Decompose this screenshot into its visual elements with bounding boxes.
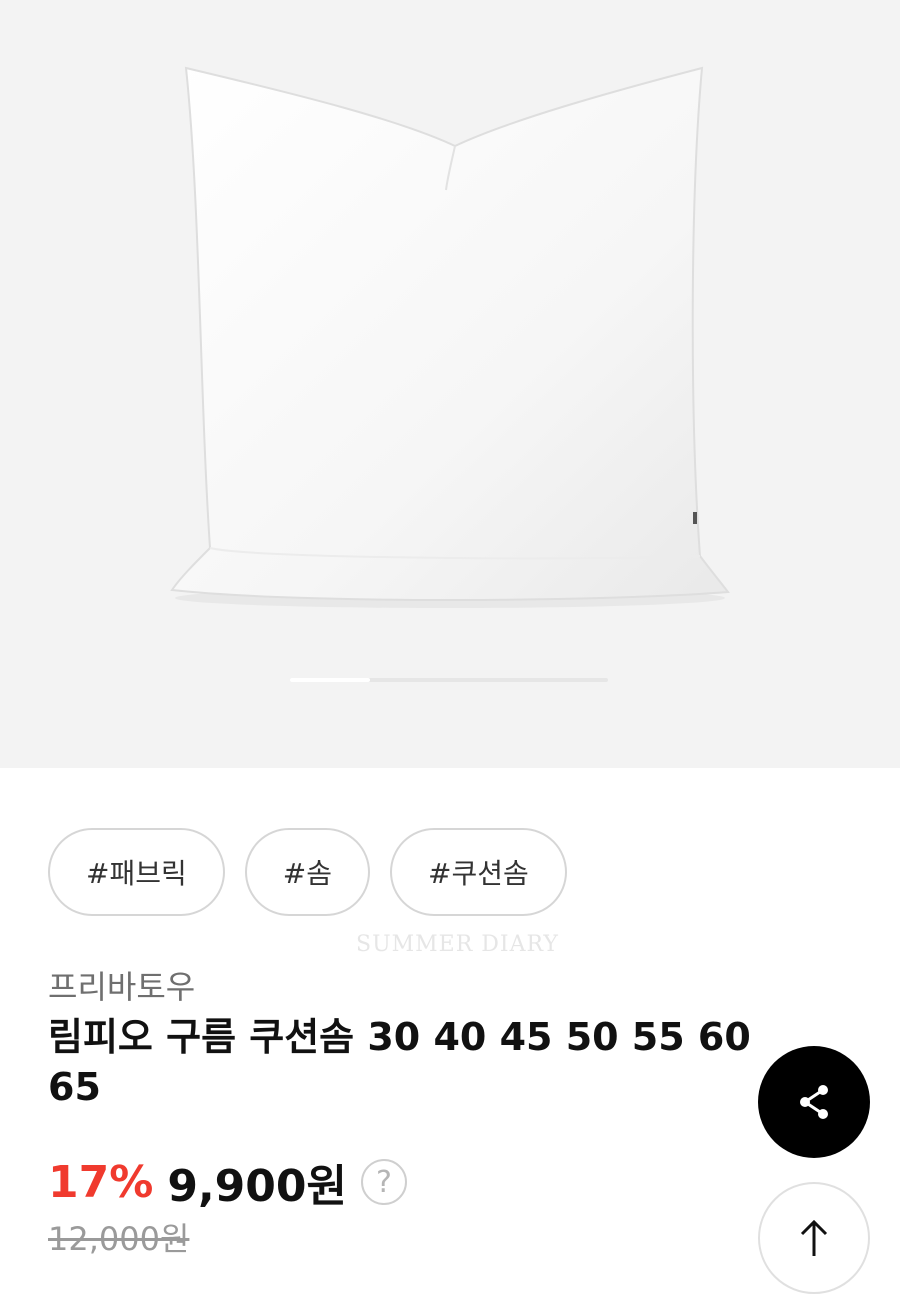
arrow-up-icon	[800, 1219, 828, 1256]
sale-price: 9,900원	[167, 1161, 347, 1212]
original-price: 12,000원	[48, 1220, 190, 1258]
product-title: 림피오 구름 쿠션솜 30 40 45 50 55 60 65	[48, 1015, 751, 1109]
carousel-indicator	[290, 678, 608, 682]
product-image-carousel[interactable]	[0, 0, 900, 768]
price-help-icon[interactable]: ?	[360, 1159, 407, 1205]
discount-rate: 17%	[48, 1156, 154, 1208]
tag-cushion-filling[interactable]: #쿠션솜	[389, 828, 567, 916]
share-button[interactable]	[758, 1046, 870, 1158]
price-row: 17% 9,900원 ?	[48, 1150, 407, 1214]
tag-cotton[interactable]: #솜	[244, 828, 370, 916]
brand-name[interactable]: 프리바토우	[48, 962, 195, 1008]
carousel-indicator-fill	[290, 678, 370, 682]
tag-list: #패브릭 #솜 #쿠션솜	[48, 828, 567, 916]
tag-fabric[interactable]: #패브릭	[48, 828, 225, 916]
watermark: SUMMER DIARY	[356, 932, 559, 957]
pillow-image	[170, 66, 730, 608]
share-icon	[800, 1085, 828, 1119]
scroll-to-top-button[interactable]	[758, 1182, 870, 1294]
